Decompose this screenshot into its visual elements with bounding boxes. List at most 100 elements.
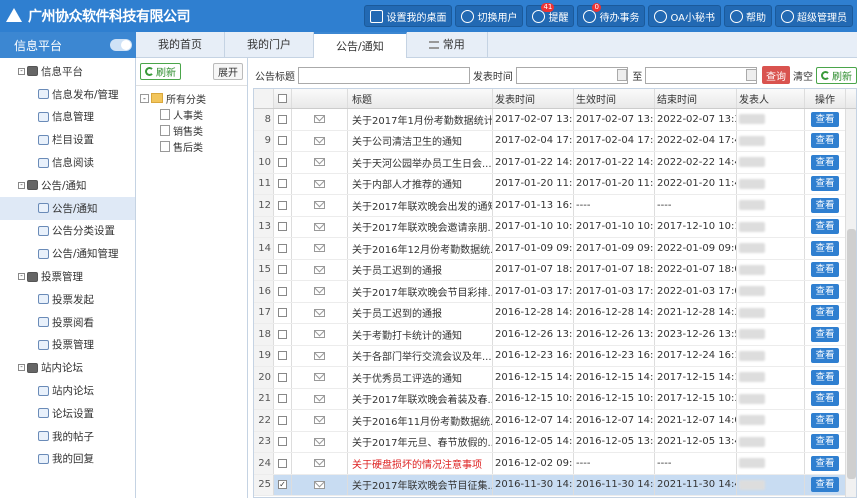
view-button[interactable]: 查看 [811,477,839,493]
sidebar-item-forum[interactable]: 站内论坛 [0,379,135,402]
sidebar-group-vote[interactable]: - 投票管理 [0,265,135,288]
row-checkbox-cell[interactable] [274,281,292,302]
row-checkbox[interactable] [278,179,287,189]
header-publisher[interactable]: 发表人 [737,89,805,108]
header-eff-time[interactable]: 生效时间 [574,89,655,108]
todo-button[interactable]: 0 待办事务 [577,3,646,27]
row-title[interactable]: 关于公司清洁卫生的通知 [348,130,493,151]
row-checkbox[interactable] [278,243,287,253]
row-checkbox-cell[interactable] [274,238,292,259]
row-checkbox-cell[interactable] [274,474,292,495]
view-button[interactable]: 查看 [811,154,839,170]
row-checkbox-cell[interactable] [274,388,292,409]
row-checkbox-cell[interactable] [274,130,292,151]
sidebar-item-info-publish[interactable]: 信息发布/管理 [0,83,135,106]
row-checkbox[interactable] [278,200,287,210]
row-checkbox[interactable] [278,308,287,318]
row-checkbox-cell[interactable] [274,216,292,237]
row-title[interactable]: 关于2017年1月份考勤数据统计... [348,109,493,130]
table-row[interactable]: 24关于硬盘损坏的情况注意事项2016-12-02 09:53--------查… [254,453,846,475]
tree-node-hr[interactable]: 人事类 [140,106,247,122]
view-button[interactable]: 查看 [811,133,839,149]
row-title[interactable]: 关于内部人才推荐的通知 [348,173,493,194]
row-title[interactable]: 关于2016年11月份考勤数据统... [348,410,493,431]
row-checkbox[interactable] [278,458,287,468]
sidebar-item-my-replies[interactable]: 我的回复 [0,448,135,471]
view-button[interactable]: 查看 [811,197,839,213]
table-row[interactable]: 23 关于2017年元旦、春节放假的...2016-12-05 14:142016… [254,431,846,453]
table-row[interactable]: 15 关于员工迟到的通报2017-01-07 18:112017-01-07 18… [254,259,846,281]
title-filter-input[interactable] [298,66,470,84]
scrollbar-thumb[interactable] [847,229,856,479]
view-button[interactable]: 查看 [811,240,839,256]
row-checkbox-cell[interactable] [274,259,292,280]
row-title[interactable]: 关于2017年联欢晚会着装及春... [348,388,493,409]
row-checkbox-cell[interactable] [274,367,292,388]
table-row[interactable]: 11 关于内部人才推荐的通知2017-01-20 11:512017-01-20 … [254,173,846,195]
view-button[interactable]: 查看 [811,455,839,471]
table-row[interactable]: 18 关于考勤打卡统计的通知2016-12-26 13:582016-12-26 … [254,324,846,346]
row-title[interactable]: 关于员工迟到的通报 [348,259,493,280]
row-checkbox-cell[interactable] [274,195,292,216]
table-row[interactable]: 9 关于公司清洁卫生的通知2017-02-04 17:512017-02-04 1… [254,130,846,152]
row-checkbox[interactable] [278,415,287,425]
sidebar-item-forum-settings[interactable]: 论坛设置 [0,402,135,425]
tree-expand-button[interactable]: 展开 [213,63,243,80]
row-title[interactable]: 关于2017年元旦、春节放假的... [348,431,493,452]
sidebar-group-forum[interactable]: - 站内论坛 [0,356,135,379]
collapse-icon[interactable]: - [18,181,25,189]
view-button[interactable]: 查看 [811,305,839,321]
row-checkbox[interactable] [278,480,287,490]
view-button[interactable]: 查看 [811,434,839,450]
header-end-time[interactable]: 结束时间 [655,89,737,108]
table-row[interactable]: 10 关于天河公园举办员工生日会...2017-01-22 14:522017-0… [254,152,846,174]
tab-my-portal[interactable]: 我的门户 [225,32,314,58]
grid-refresh-button[interactable]: 刷新 [816,66,857,84]
row-title[interactable]: 关于2017年联欢晚会节目彩排... [348,281,493,302]
row-checkbox-cell[interactable] [274,453,292,474]
row-title[interactable]: 关于2017年联欢晚会节目征集... [348,474,493,495]
view-button[interactable]: 查看 [811,412,839,428]
row-checkbox[interactable] [278,329,287,339]
row-checkbox-cell[interactable] [274,173,292,194]
sidebar-toggle[interactable] [110,39,132,51]
row-checkbox-cell[interactable] [274,324,292,345]
select-all-checkbox[interactable] [278,94,287,103]
header-title[interactable]: 标题 [348,89,493,108]
table-row[interactable]: 14 关于2016年12月份考勤数据统...2017-01-09 09:09201… [254,238,846,260]
row-checkbox[interactable] [278,372,287,382]
row-checkbox[interactable] [278,351,287,361]
sidebar-item-info-manage[interactable]: 信息管理 [0,106,135,129]
clear-button[interactable]: 清空 [793,68,813,83]
table-row[interactable]: 12关于2017年联欢晚会出发的通知2017-01-13 16:52------… [254,195,846,217]
view-button[interactable]: 查看 [811,369,839,385]
row-checkbox[interactable] [278,437,287,447]
row-title[interactable]: 关于硬盘损坏的情况注意事项 [348,453,493,474]
row-checkbox-cell[interactable] [274,345,292,366]
table-row[interactable]: 13关于2017年联欢晚会邀请亲朋...2017-01-10 10:152017… [254,216,846,238]
view-button[interactable]: 查看 [811,111,839,127]
sidebar-item-vote-manage[interactable]: 投票管理 [0,334,135,357]
view-button[interactable]: 查看 [811,262,839,278]
view-button[interactable]: 查看 [811,391,839,407]
view-button[interactable]: 查看 [811,326,839,342]
query-button[interactable]: 查询 [762,66,790,84]
vertical-scrollbar[interactable] [845,109,856,497]
sidebar-item-my-posts[interactable]: 我的帖子 [0,425,135,448]
user-menu-button[interactable]: 超级管理员 [775,5,853,27]
table-row[interactable]: 16 关于2017年联欢晚会节目彩排...2017-01-03 17:132017… [254,281,846,303]
row-checkbox-cell[interactable] [274,152,292,173]
header-select-all[interactable] [274,89,292,108]
reminder-button[interactable]: 41 提醒 [526,3,575,27]
collapse-icon[interactable]: - [18,364,25,372]
row-checkbox[interactable] [278,114,287,124]
tab-common[interactable]: 常用 [407,32,488,58]
row-title[interactable]: 关于各部门举行交流会议及年... [348,345,493,366]
row-title[interactable]: 关于2017年联欢晚会邀请亲朋... [348,216,493,237]
sidebar-item-column-settings[interactable]: 栏目设置 [0,128,135,151]
table-row[interactable]: 22 关于2016年11月份考勤数据统...2016-12-07 14:05201… [254,410,846,432]
table-row[interactable]: 25 关于2017年联欢晚会节目征集...2016-11-30 14:512016… [254,474,846,496]
row-checkbox-cell[interactable] [274,410,292,431]
row-checkbox[interactable] [278,265,287,275]
tree-refresh-button[interactable]: 刷新 [140,63,181,80]
